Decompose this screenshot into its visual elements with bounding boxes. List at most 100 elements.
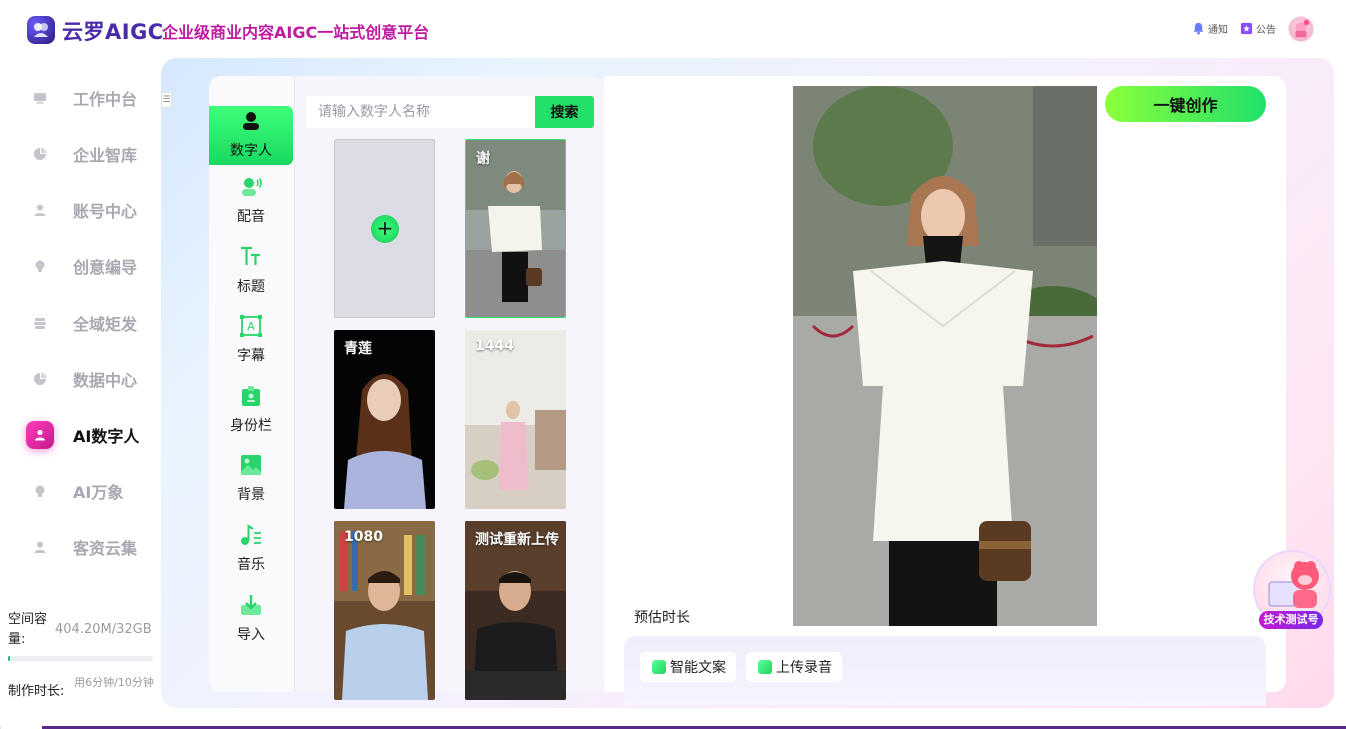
tool-tab-label: 配音 [237, 209, 265, 225]
tool-tab-digital-human[interactable]: 数字人 [209, 106, 293, 165]
video-preview[interactable] [793, 86, 1097, 626]
music-icon [238, 522, 264, 548]
sidebar-item-creative[interactable]: 创意编导 [26, 251, 156, 281]
helper-tag: 技术测试号 [1259, 611, 1323, 629]
pie-chart-icon [26, 140, 54, 168]
avatar-name: 1080 [344, 529, 383, 545]
avatar-card[interactable]: 1080 [334, 521, 435, 700]
tool-tab-label: 数字人 [230, 143, 272, 159]
sidebar-item-label: 创意编导 [73, 258, 138, 277]
tool-tab-title[interactable]: 标题 [209, 238, 293, 298]
voice-icon [238, 174, 264, 200]
upload-audio-label: 上传录音 [776, 660, 832, 676]
collapse-sidebar-button[interactable]: ☰ [161, 92, 172, 108]
search-button[interactable]: 搜索 [535, 96, 594, 128]
subtitle-icon: A [238, 313, 264, 339]
preview-image [793, 86, 1097, 626]
pie-chart-icon [26, 365, 54, 393]
avatar-name: 谢 [476, 151, 490, 167]
bell-icon [1193, 22, 1204, 35]
digital-human-icon [26, 421, 54, 449]
one-click-create-button[interactable]: 一键创作 [1105, 86, 1266, 122]
tool-tab-label: 背景 [237, 487, 265, 503]
bulb-icon [26, 252, 54, 280]
sidebar-item-label: 客资云集 [73, 539, 138, 558]
avatar-name: 测试重新上传 [475, 532, 559, 548]
sidebar-item-label: 工作中台 [73, 90, 138, 109]
user-icon [26, 533, 54, 561]
sidebar-item-account[interactable]: 账号中心 [26, 195, 156, 225]
avatar-card[interactable]: 1444 [465, 330, 566, 509]
estimated-duration-label: 预估时长 [634, 610, 690, 626]
brand-slogan: 企业级商业内容AIGC一站式创意平台 [162, 23, 430, 42]
bulb-icon [26, 477, 54, 505]
tool-category-column: 数字人 配音 标题 A 字幕 身份栏 背景 音乐 导入 [209, 76, 295, 692]
avatar-card[interactable]: 青莲 [334, 330, 435, 509]
search-input[interactable] [306, 96, 536, 128]
sidebar-item-label: 企业智库 [73, 146, 138, 165]
sidebar-item-label: AI数字人 [73, 427, 140, 446]
smart-copy-button[interactable]: 智能文案 [640, 652, 736, 682]
avatar-name: 1444 [475, 338, 514, 354]
avatar-illustration [1295, 19, 1310, 38]
logo-icon [27, 16, 55, 44]
time-value: 用6分钟/10分钟 [74, 676, 154, 689]
storage-progress-bar [8, 656, 153, 661]
smart-copy-label: 智能文案 [670, 660, 726, 676]
tool-tab-import[interactable]: 导入 [209, 586, 293, 646]
storage-value: 404.20M/32GB [55, 622, 152, 637]
ai-text-icon [652, 660, 666, 674]
add-avatar-card[interactable]: + [334, 139, 435, 318]
avatar-thumbnail [334, 521, 435, 700]
id-badge-icon [238, 383, 264, 409]
sidebar-item-leads[interactable]: 客资云集 [26, 532, 156, 562]
notify-label: 通知 [1208, 25, 1228, 36]
stack-icon [26, 309, 54, 337]
avatar-name: 青莲 [344, 341, 372, 357]
sidebar-item-data[interactable]: 数据中心 [26, 364, 156, 394]
sidebar-item-ai-digital-human[interactable]: AI数字人 [26, 420, 156, 450]
user-icon [26, 196, 54, 224]
upload-audio-button[interactable]: 上传录音 [746, 652, 842, 682]
avatar-search-bar: 搜索 [306, 96, 594, 128]
import-icon [238, 592, 264, 618]
sidebar-item-label: AI万象 [73, 483, 124, 502]
avatar-thumbnail [465, 330, 566, 509]
plus-icon: + [371, 215, 399, 243]
avatar-card[interactable]: 测试重新上传 [465, 521, 566, 700]
notify-button[interactable]: 通知 [1192, 21, 1228, 36]
tool-tab-id-bar[interactable]: 身份栏 [209, 377, 293, 437]
tool-tab-voice[interactable]: 配音 [209, 168, 293, 228]
tool-tab-label: 标题 [237, 279, 265, 295]
title-text-icon [238, 244, 264, 270]
tool-tab-music[interactable]: 音乐 [209, 516, 293, 576]
announce-button[interactable]: 公告 [1240, 21, 1276, 36]
sidebar-item-matrix[interactable]: 全域矩发 [26, 308, 156, 338]
tool-tab-subtitle[interactable]: A 字幕 [209, 307, 293, 367]
announce-label: 公告 [1256, 25, 1276, 36]
time-label: 制作时长: [8, 684, 65, 699]
sidebar-item-label: 账号中心 [73, 202, 138, 221]
avatar-card[interactable]: 谢 [465, 139, 566, 318]
image-icon [238, 452, 264, 478]
digital-human-icon [238, 108, 264, 134]
storage-label: 空间容量: [8, 612, 48, 647]
sidebar-item-workbench[interactable]: 工作中台 [26, 83, 156, 113]
svg-text:A: A [247, 320, 255, 333]
announce-icon [1240, 22, 1253, 35]
sidebar-item-label: 全域矩发 [73, 315, 138, 334]
brand-name: 云罗AIGC [62, 20, 164, 44]
tool-tab-label: 字幕 [237, 348, 265, 364]
user-avatar[interactable] [1288, 16, 1314, 42]
sidebar-item-ai-vision[interactable]: AI万象 [26, 476, 156, 506]
monitor-icon [26, 84, 54, 112]
storage-progress-fill [8, 656, 10, 661]
tool-tab-label: 音乐 [237, 557, 265, 573]
tool-tab-background[interactable]: 背景 [209, 446, 293, 506]
sidebar-item-knowledge[interactable]: 企业智库 [26, 139, 156, 169]
top-header: 云罗AIGC 企业级商业内容AIGC一站式创意平台 通知 公告 [0, 0, 1346, 58]
tool-tab-label: 身份栏 [230, 418, 272, 434]
microphone-icon [758, 660, 772, 674]
tool-tab-label: 导入 [237, 627, 265, 643]
sidebar-item-label: 数据中心 [73, 371, 138, 390]
